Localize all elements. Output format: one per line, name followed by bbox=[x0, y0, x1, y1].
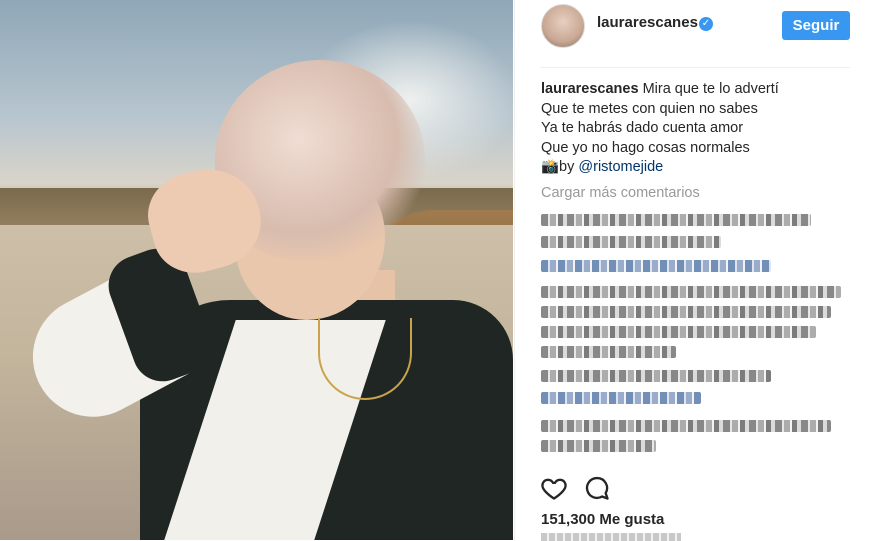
follow-button[interactable]: Seguir bbox=[782, 11, 850, 40]
blurred-comment bbox=[541, 236, 721, 248]
blurred-comment bbox=[541, 440, 656, 452]
load-more-comments[interactable]: Cargar más comentarios bbox=[541, 185, 700, 201]
comment-icon[interactable] bbox=[583, 474, 611, 502]
blurred-comment bbox=[541, 392, 701, 404]
caption-username[interactable]: laurarescanes bbox=[541, 81, 639, 97]
caption-line-1: Mira que te lo advertí bbox=[642, 81, 779, 97]
likes-count[interactable]: 151,300 Me gusta bbox=[541, 511, 664, 528]
avatar[interactable] bbox=[541, 4, 585, 48]
blurred-comment bbox=[541, 420, 831, 432]
blurred-comment bbox=[541, 306, 831, 318]
caption-mention[interactable]: @ristomejide bbox=[578, 159, 663, 175]
heart-icon[interactable] bbox=[540, 474, 568, 502]
blurred-comment bbox=[541, 326, 816, 338]
blurred-comment bbox=[541, 370, 771, 382]
blurred-comment bbox=[541, 214, 811, 226]
caption-credit: 📸by bbox=[541, 159, 579, 175]
header-username[interactable]: laurarescanes bbox=[597, 14, 698, 31]
post-photo[interactable] bbox=[0, 0, 513, 540]
header-divider bbox=[540, 67, 850, 68]
caption-line-3: Ya te habrás dado cuenta amor bbox=[541, 120, 744, 136]
verified-badge-icon: ✓ bbox=[699, 17, 713, 31]
blurred-comment bbox=[541, 286, 841, 298]
blurred-comment bbox=[541, 260, 771, 272]
caption-line-2: Que te metes con quien no sabes bbox=[541, 100, 758, 117]
post-caption: laurarescanes Mira que te lo advertí Que… bbox=[541, 80, 861, 178]
caption-line-4: Que yo no hago cosas normales bbox=[541, 139, 750, 156]
blurred-comment bbox=[541, 346, 676, 358]
